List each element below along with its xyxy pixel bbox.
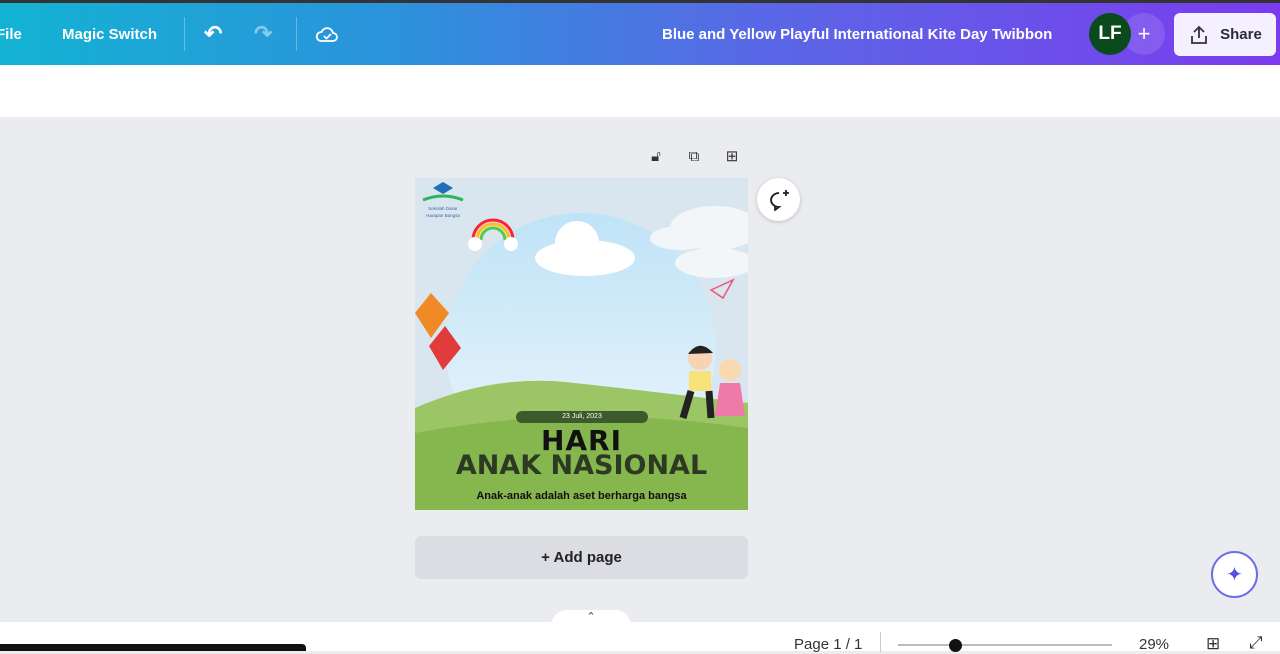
share-button[interactable]: Share <box>1174 13 1276 56</box>
zoom-percentage[interactable]: 29% <box>1139 636 1169 653</box>
magic-switch-button[interactable]: Magic Switch <box>62 3 157 65</box>
share-label: Share <box>1220 26 1262 43</box>
zoom-slider[interactable] <box>898 644 1112 646</box>
design-tagline[interactable]: Anak-anak adalah aset berharga bangsa <box>415 490 748 502</box>
horizontal-scrollbar[interactable] <box>0 605 1266 622</box>
redo-icon[interactable]: ↷ <box>254 3 272 65</box>
page-indicator[interactable]: Page 1 / 1 <box>794 636 862 653</box>
magic-assistant-button[interactable]: ✦ <box>1211 551 1258 598</box>
undo-icon[interactable]: ↶ <box>204 3 222 65</box>
divider <box>296 17 297 51</box>
svg-text:Harapan Bangsa: Harapan Bangsa <box>426 213 460 218</box>
user-avatar[interactable]: LF <box>1089 13 1131 55</box>
divider <box>184 17 185 51</box>
editor-toolbar: File Magic Switch ↶ ↷ Blue and Yellow Pl… <box>0 3 1280 65</box>
notes-bar[interactable] <box>0 644 306 651</box>
design-canvas[interactable]: Sekolah Dasar Harapan Bangsa 23 Juli, 20… <box>415 178 748 510</box>
comment-add-icon <box>769 189 789 211</box>
file-menu-button[interactable]: File <box>0 3 22 65</box>
share-icon <box>1191 25 1208 44</box>
show-pages-toggle[interactable]: ⌃ <box>551 610 631 626</box>
chevron-up-icon: ⌃ <box>586 611 596 623</box>
vertical-scrollbar[interactable] <box>1266 117 1280 605</box>
grid-view-icon[interactable]: ⊞ <box>1206 634 1220 654</box>
add-page-icon[interactable]: ⊞ <box>722 146 742 166</box>
design-date[interactable]: 23 Juli, 2023 <box>516 411 648 423</box>
add-page-button[interactable]: + Add page <box>415 536 748 579</box>
design-title[interactable]: Blue and Yellow Playful International Ki… <box>662 3 1052 65</box>
page-actions: 🔓︎ ⧉ ⊞ <box>646 146 742 166</box>
divider <box>880 632 881 652</box>
context-toolbar <box>0 65 1280 117</box>
sparkle-icon: ✦ <box>1226 564 1243 586</box>
logo-text: Sekolah Dasar <box>428 206 458 211</box>
add-comment-button[interactable] <box>757 178 800 221</box>
unlock-icon[interactable]: 🔓︎ <box>646 146 666 166</box>
duplicate-page-icon[interactable]: ⧉ <box>684 146 704 166</box>
cloud-saved-icon[interactable] <box>315 3 339 65</box>
zoom-slider-handle[interactable] <box>949 639 962 652</box>
design-title-line2[interactable]: ANAK NASIONAL <box>415 450 748 481</box>
fullscreen-icon[interactable]: ⤢ <box>1249 633 1263 653</box>
